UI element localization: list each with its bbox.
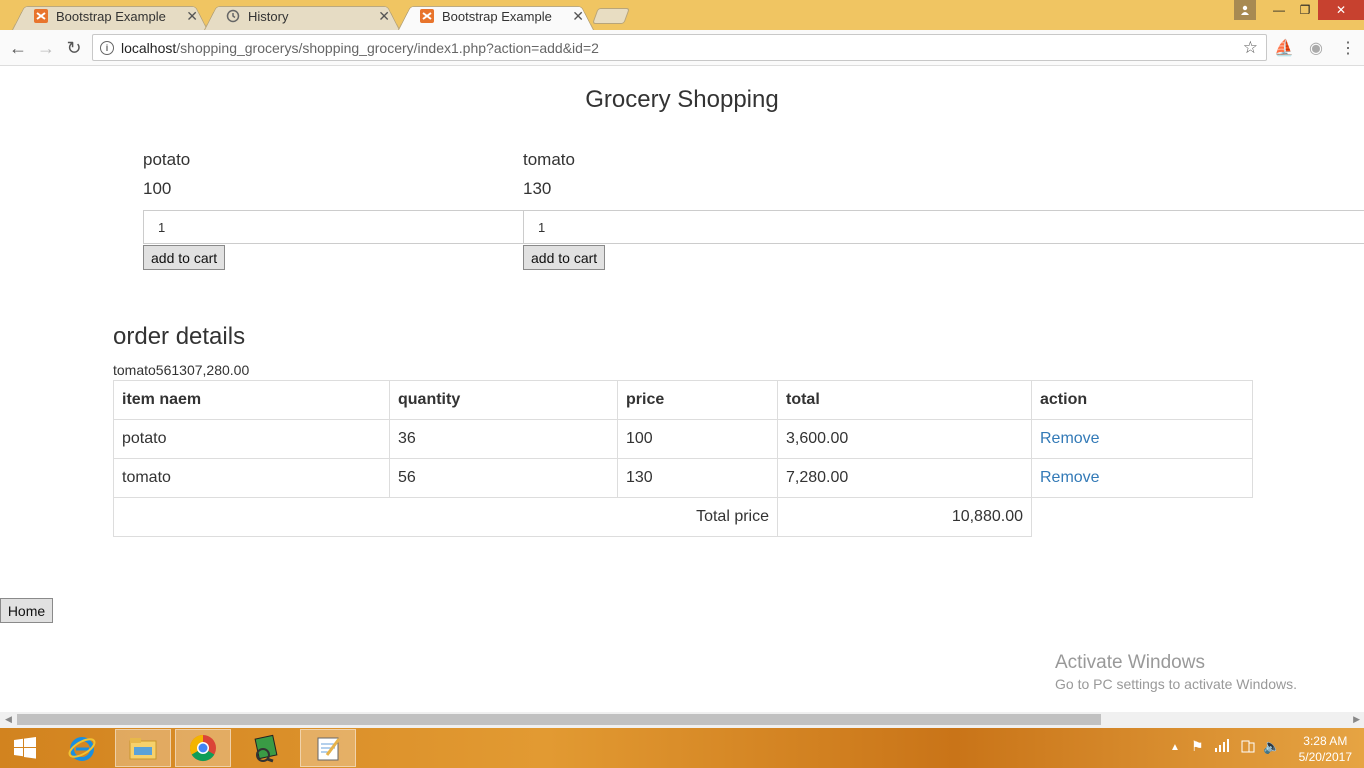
cell-price: 130 [617, 458, 778, 498]
scroll-left-icon[interactable]: ◀ [5, 714, 12, 725]
reload-icon[interactable]: ↻ [62, 36, 86, 60]
browser-toolbar: ← → ↻ i localhost/shopping_grocerys/shop… [0, 30, 1364, 66]
home-button[interactable]: Home [0, 598, 53, 623]
clock-time: 3:28 AM [1303, 734, 1348, 748]
tab-close-icon[interactable]: ✕ [186, 8, 198, 25]
cell-item: tomato [113, 458, 390, 498]
cell-total: 7,280.00 [777, 458, 1032, 498]
product-name: potato [143, 150, 191, 169]
quantity-input-potato[interactable] [143, 210, 524, 244]
column-header-action: action [1031, 380, 1253, 420]
tab-bootstrap-example-1[interactable]: Bootstrap Example ✕ [12, 2, 208, 31]
product-name: tomato [523, 150, 575, 169]
tab-close-icon[interactable]: ✕ [572, 8, 584, 25]
tab-title: History [248, 8, 289, 24]
address-bar[interactable]: i localhost/shopping_grocerys/shopping_g… [92, 34, 1267, 61]
tab-bootstrap-example-2[interactable]: Bootstrap Example ✕ [398, 2, 594, 31]
extension-circle-icon[interactable]: ◉ [1306, 38, 1326, 58]
tab-title: Bootstrap Example [442, 8, 552, 24]
column-header-quantity: quantity [389, 380, 618, 420]
cell-item: potato [113, 419, 390, 459]
product-price: 100 [143, 179, 172, 198]
back-arrow-icon[interactable]: ← [6, 36, 30, 60]
order-details-heading: order details [113, 323, 246, 350]
page-title: Grocery Shopping [585, 86, 779, 113]
cell-action: Remove [1031, 419, 1253, 459]
table-header-row: item naem quantity price total action [113, 380, 1253, 420]
internet-explorer-icon[interactable] [54, 729, 110, 767]
battery-icon[interactable] [1240, 738, 1256, 757]
column-header-total: total [777, 380, 1032, 420]
new-tab-button[interactable] [592, 8, 630, 24]
forward-arrow-icon[interactable]: → [34, 36, 58, 60]
window-close-icon[interactable]: ✕ [1318, 0, 1364, 20]
cell-price: 100 [617, 419, 778, 459]
xampp-favicon-icon [420, 9, 434, 23]
history-icon [226, 9, 240, 23]
clock-date: 5/20/2017 [1298, 750, 1352, 764]
chrome-icon[interactable] [175, 729, 231, 767]
cell-action: Remove [1031, 458, 1253, 498]
remove-link[interactable]: Remove [1040, 469, 1100, 486]
product-price: 130 [523, 179, 552, 198]
horizontal-scrollbar[interactable]: ◀ ▶ [0, 712, 1364, 728]
table-row: potato 36 100 3,600.00 Remove [113, 419, 1253, 459]
file-explorer-icon[interactable] [115, 729, 171, 767]
total-price-value: 10,880.00 [777, 497, 1032, 537]
remove-link[interactable]: Remove [1040, 430, 1100, 447]
url-path: /shopping_grocerys/shopping_grocery/inde… [176, 39, 599, 56]
product-card-potato: potato 100 [143, 150, 190, 201]
tab-title: Bootstrap Example [56, 8, 166, 24]
action-center-flag-icon[interactable]: ⚑ [1191, 738, 1204, 755]
add-to-cart-button-potato[interactable]: add to cart [143, 245, 226, 270]
app-icon-green[interactable] [238, 729, 294, 767]
tab-history[interactable]: History ✕ [204, 2, 400, 31]
cell-total: 3,600.00 [777, 419, 1032, 459]
add-to-cart-button-tomato[interactable]: add to cart [523, 245, 606, 270]
watermark-subtitle: Go to PC settings to activate Windows. [1055, 676, 1297, 692]
extension-icon[interactable]: ⛵ [1274, 38, 1294, 58]
volume-icon[interactable]: 🔈 [1263, 738, 1280, 755]
cell-quantity: 36 [389, 419, 618, 459]
info-icon[interactable]: i [100, 40, 114, 55]
url-host: localhost [121, 39, 177, 56]
table-row: tomato 56 130 7,280.00 Remove [113, 458, 1253, 498]
browser-tabstrip: Bootstrap Example ✕ History ✕ Bootstrap … [0, 0, 1364, 31]
notepad-icon[interactable] [300, 729, 356, 767]
network-signal-icon[interactable] [1215, 738, 1231, 755]
system-clock[interactable]: 3:28 AM 5/20/2017 [1299, 733, 1352, 765]
restore-icon[interactable]: ❐ [1291, 0, 1319, 20]
tab-close-icon[interactable]: ✕ [378, 8, 390, 25]
user-profile-icon[interactable] [1234, 0, 1256, 20]
column-header-item: item naem [113, 380, 390, 420]
show-hidden-icons-icon[interactable]: ▲ [1170, 742, 1180, 753]
minimize-icon[interactable]: — [1265, 0, 1293, 20]
menu-kebab-icon[interactable]: ⋮ [1338, 38, 1358, 58]
table-total-row: Total price 10,880.00 [113, 497, 1253, 537]
windows-start-icon[interactable] [0, 729, 50, 767]
total-price-label: Total price [113, 497, 778, 537]
windows-taskbar: ▲ ⚑ 🔈 3:28 AM 5/20/2017 [0, 728, 1364, 768]
xampp-favicon-icon [34, 9, 48, 23]
order-table: item naem quantity price total action po… [113, 380, 1253, 537]
product-card-tomato: tomato 130 [523, 150, 575, 201]
bookmark-star-icon[interactable]: ☆ [1243, 38, 1258, 58]
cell-quantity: 56 [389, 458, 618, 498]
watermark-title: Activate Windows [1055, 652, 1205, 673]
debug-output-text: tomato561307,280.00 [113, 362, 250, 378]
activate-windows-watermark: Activate Windows Go to PC settings to ac… [1055, 652, 1297, 692]
scroll-right-icon[interactable]: ▶ [1353, 714, 1360, 725]
scrollbar-thumb[interactable] [17, 714, 1101, 725]
column-header-price: price [617, 380, 778, 420]
quantity-input-tomato[interactable] [523, 210, 1364, 244]
